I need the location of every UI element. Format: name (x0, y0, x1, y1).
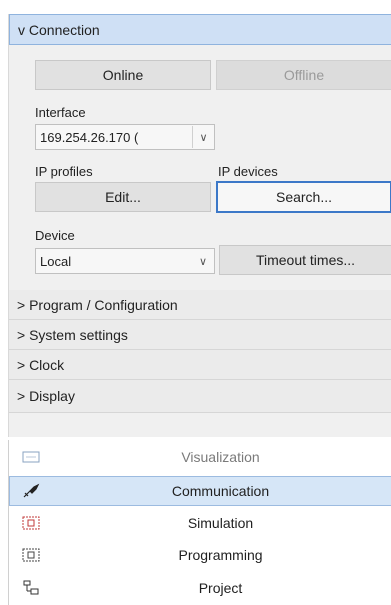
display-item-label: Simulation (187, 515, 254, 531)
display-item-programming[interactable]: Programming (9, 540, 391, 570)
chevron-down-icon: ∨ (192, 126, 214, 148)
display-item-label: Project (198, 580, 243, 596)
section-connection-header[interactable]: v Connection (9, 14, 391, 45)
online-button[interactable]: Online (35, 60, 211, 90)
interface-label: Interface (35, 105, 86, 120)
display-item-simulation[interactable]: Simulation (9, 508, 391, 538)
ip-profiles-label: IP profiles (35, 164, 93, 179)
display-items-list: Visualization Communication Simulation P… (8, 440, 391, 605)
device-label: Device (35, 228, 75, 243)
section-clock[interactable]: > Clock (9, 350, 391, 380)
settings-panel: v Connection Online Offline Interface 16… (8, 14, 391, 437)
ip-devices-label: IP devices (218, 164, 278, 179)
chevron-down-icon: ∨ (198, 255, 208, 268)
timeout-times-button[interactable]: Timeout times... (219, 245, 391, 275)
section-system-settings[interactable]: > System settings (9, 320, 391, 350)
visualization-icon (21, 449, 41, 465)
offline-button[interactable]: Offline (216, 60, 391, 90)
communication-icon (22, 483, 42, 499)
edit-profiles-button[interactable]: Edit... (35, 182, 211, 212)
device-value: Local (40, 253, 72, 269)
device-dropdown[interactable]: Local ∨ (35, 248, 215, 274)
project-icon (21, 580, 41, 596)
display-item-label: Communication (171, 483, 270, 499)
section-program-configuration[interactable]: > Program / Configuration (9, 290, 391, 320)
simulation-icon (21, 515, 41, 531)
display-item-label: Programming (178, 547, 263, 563)
interface-value: 169.254.26.170 ( (40, 129, 139, 145)
search-devices-button[interactable]: Search... (216, 181, 391, 213)
display-item-visualization[interactable]: Visualization (9, 442, 391, 472)
display-item-project[interactable]: Project (9, 573, 391, 603)
section-display[interactable]: > Display (9, 380, 391, 413)
display-item-label: Visualization (181, 449, 260, 465)
interface-dropdown[interactable]: 169.254.26.170 ( ∨ (35, 124, 215, 150)
programming-icon (21, 547, 41, 563)
display-item-communication[interactable]: Communication (9, 476, 391, 506)
